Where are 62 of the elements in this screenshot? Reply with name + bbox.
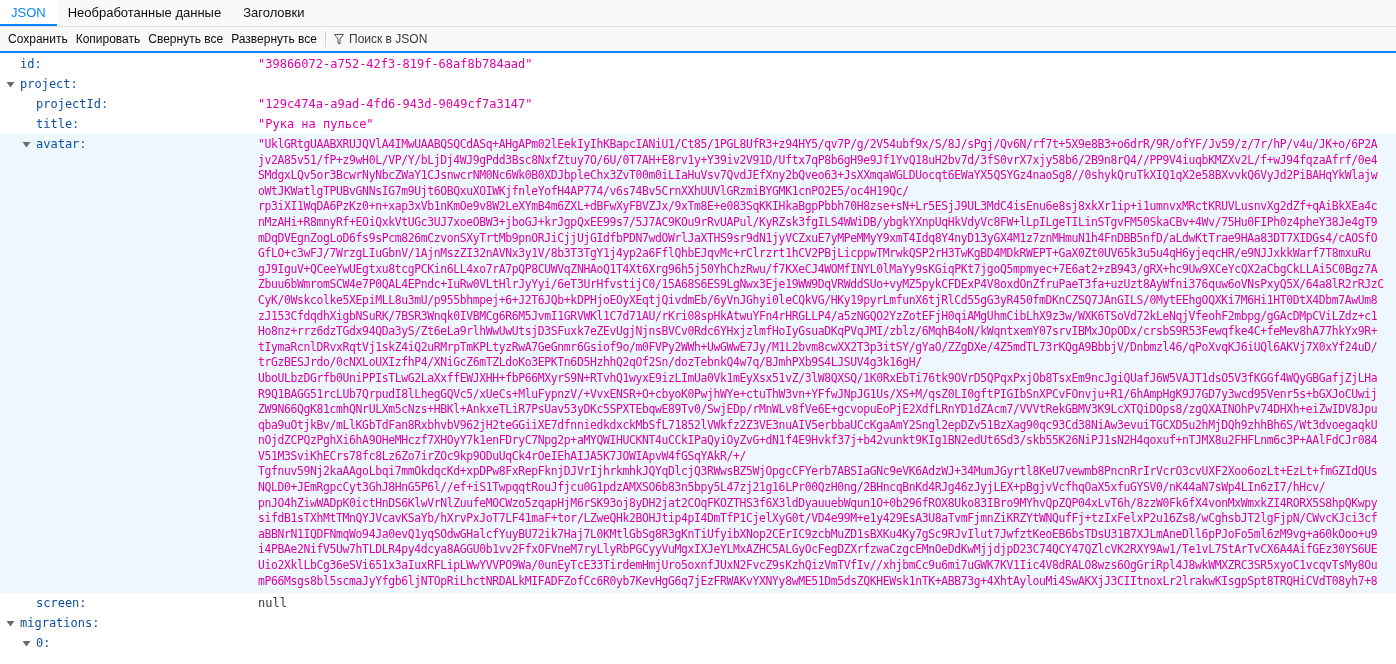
toolbar-button[interactable]: Свернуть все xyxy=(144,28,228,50)
json-key: migrations: xyxy=(20,616,100,631)
base64-line: pnJO4hZiwWADpK0ictHnDS6KlwVrNlZuufeMOCWzo5zqapHjM6rSK93oj8yDH2jat2COqFKOZTHS3f6X3ldDyauuebWqun1O+0b296fROX8Uko83IBro9MYhvQpZQP04xLvT6h/8zzW0Fk6fX4vonMxWmxkZI4RORX5S8hpQKwpy xyxy=(258,495,1379,512)
base64-line: UboULbzDGrfb0UniPPIsTLwG2LaXxffEWJXHH+fbP66MXyrS9N+RTvhQ1wyxE9izLImUa0Vk1mEyXsx51vZ/3lW8QXSQ/1K0RxEbTi76tk9OVrD5QPqxPxjOb8TsxEm9ncJgiQUafJ6W5VAJT1dsO5V3fKGGf4WQyGBGafjZjLHa xyxy=(258,370,1379,387)
base64-line: qba9uOtjkBv/mLlKGbTdFan8RxbhvbV962jH2teGGiiXE7dfnniedkdxckMbSfL71852lVWkfz2Z3VE3nuAIV5erbbaUCcKgaAmY2Sngl2epDZv51BzXag90qc93Cd38NiAw3evuiTGCXD5u2hMjDQh9zhhBh6S/Wt3dvoegaqkU xyxy=(258,417,1379,434)
base64-line: tIymaRcnlDRvxRqtVj1skZ4iQ2uRMrpTmKPLtyzRwA7GeGnmr6Gsiof9o/m0FVPy2WWh+UwGWwE7Jy/M1L2bvm8cwXX2T3p3itSY/gYaO/ZZgDXe/4Z5mdTL73rKQgA9BbbjV/Dnbmzl46/qPoXvqKJ6iUQl6AKVj7X0xYf24uD/ xyxy=(258,339,1379,356)
tab[interactable]: JSON xyxy=(0,0,57,26)
base64-line: nMzAHi+R8mnyRf+EOiQxkVtUGc3UJ7xoeOBW3+jboGJ+krJgpQxEE99s7/5J7AC9KOu9rRvUAPul/KyRZsk3fgILS4WWiDB/ybgkYXnpUqHkVdyVc8FW+lLpILgeTILinSTgvFM50SkaCBv+4Wv/75Hu0FIPh0z4pheY38Je4gT9 xyxy=(258,214,1379,231)
json-key: project: xyxy=(20,77,78,91)
json-value: null xyxy=(258,596,287,611)
tree-row[interactable]: project: xyxy=(0,74,1396,94)
json-value: "129c474a-a9ad-4fd6-943d-9049cf7a3147" xyxy=(258,97,533,111)
base64-line: GfLO+c3wFJ/7WrzgLIuGbnV/1AjnMszZI32nAVNx3y1V/8b3T3TgY1j4yp2a6FflQhbEJqvMc+rClrzrt1hCV2PBjLicppwTMrwkQSP2rH3TwKgBD4MDkRWEPT+GaX0Zt0UV65k3u5u4qH6yjeqcHR/e9NJJxkkWarf7T8mxuRu xyxy=(258,246,1372,262)
base64-line: zJ153CfdqdhXigbNSuRK/7BSR3Wnqk0IVBMCg6R6M5JvmI1GRVWKl1C7d71AU/rKri08spHkAtwuYFn4rHRGLLP4/a5zNGQO2YzZotEFjH0qiAMgUhmCibLhX9z3w/WXK6TSoVd72kLeNqjVfeohF2mbpg/gGAcDMpCViLZdz+c1 xyxy=(258,308,1379,325)
tree-row[interactable]: id: "39866072-a752-42f3-819f-68af8b784aad" xyxy=(0,54,1396,74)
filter-field[interactable]: Поиск в JSON xyxy=(349,32,509,46)
tree-row[interactable]: screen: null xyxy=(0,593,1396,614)
base64-line: rp3iXI1WqDA6PzKz0+n+xap3xVb1nKmOe9v8W2LeXYmB4m6ZXL+dBFwXyFBVZJx/9xTm8E+e083SqKKIHkaBgpPbbh70H8zse+sN+Lr5ESjJ9UL3MdC4isEnu6e8sj8xkXr1ip+i1umnvxMRctKRUVLusnvXg2dZf+qAiBkXEa4c xyxy=(258,199,1379,215)
base64-line: R9Q1BAGG51rcLUb7QrpudI8lLhegGQVc5/xUeCs+MluFypnzV/+VvxENSR+O+cbyoK0PwjhWYe+ctuThW3vn+YFfwJNpJG1Us/XS+M/qsZ0LI0gftPIGIbSnXPCvFOnvju+R1/6hAmpHgK9J7GD7y3wcd95Venr5s+bGXJoCUwij xyxy=(258,386,1379,403)
json-value: "Рука на пульсе" xyxy=(258,117,374,131)
base64-line: sifdB1sTXhMtTMnQYJVcavKSaYb/hXrvPxJoT7LF41maF+tor/LZweQHk2BOHJtip4pI4DmTfP1CjelXyG0t/VD4e99M+e1y429EsA3U8aTvmFjmnZiKRZYtWNQufFj+tzIxFelxP2u16Zs8/wCghsbJT2lgFjpN/CWvcKJci3cf xyxy=(258,511,1379,527)
base64-line: Ho8nz+rrz6dzTGdx94QDa3yS/Zt6eLa9rlhWwUwUtsjD3SFuxk7eZEvUgjNjnsBVCv0Rdc6YHxjzlmfHoIyGsuaDKqPVqJMI/zblz/6MqhB4oN/kWqntxemY07srvIBMxJOpODx/crsbS9R53Fewqfke4C+feMev8hA77hkYx9R+ xyxy=(258,324,1379,340)
base64-line: gJ9IguV+QCeeYwUEgtxu8tcgPCKin6LL4xo7rA7pQP8CUWVqZNHAoQ1T4Xt6Xrg96h5j50YhChzRwu/f7KXeCJ4WOMfINYL0lMaYy9sKGiqPKt7jgoQ5mpmyec+7E6at2+zB943/gRX+hc9Uw9XCeYcQX2aCbgCkLLAi5C0Bgz7A xyxy=(258,261,1379,278)
base64-line: V51M3SviKhECrs78fc8Lz6Zo7irZOc9kp9ODuUqCk4rOeIEhAIJA5K7JOWIApvW4fGSqYAkR/+/ xyxy=(258,448,748,465)
tab[interactable]: Необработанные данные xyxy=(56,0,233,26)
json-value: "39866072-a752-42f3-819f-68af8b784aad" xyxy=(258,57,533,71)
base64-line: Tgfnuv59Nj2kaAAgoLbqi7mmOkdqcKd+xpDPw8FxRepFknjDJVrIjhrkmhkJQYqDlcjQ3RWwsBZ5WjOpgcCFYerb7ABSIaGNc9eVK6AdzWJ+34MumJGyrtl8KeU7vewmb8PncnRrIrVcrO3cvUXF2Xoo6ozLt+EzLt+fmGZIdQUs xyxy=(258,464,1379,481)
tree-row[interactable]: projectId: "129c474a-a9ad-4fd6-943d-9049cf7a3147" xyxy=(0,94,1396,114)
tree-row[interactable]: migrations: xyxy=(0,613,1396,634)
toolbar-button[interactable]: Копировать xyxy=(71,28,145,50)
base64-line: oWtJKWatlgTPUBvGNNsIG7m9Ujt6OBQxuXOIWKjfnleYofH4AP774/v6s74Bv5CrnXXhUUVlGRzmiBYGMK1cnPO2E5/oc4H19Qc/ xyxy=(258,183,910,200)
base64-line: Zbuu6bWmromSCW4e7P0QAL4EPndc+IuRw0VLtHlrJyYyi/6eT3UrHfvstijC0/15A68S6ES9LgNwx3Eje19WW9DqVRWddSUo+vyMZ5pykCFDExP4V8oxdOnZfruPaeT3fa+uzUzt8AyWfni376quw6oVNsPxyQ5X/64a8lR2rRJzC xyxy=(258,277,1385,293)
base64-line: mP66Msgs8bl5scmaJyYfgb6ljNTOpRiLhctNRDALkMIFADFZofCc6R0yb7KevHgG6q7jEzFRWAKvYXNYy8wME51Dm5dsZQKHEWsk1nTK+ABB73g+4XhtAylouMi4SwAKXjJ3CIItnoxLr2lrakwKIsgpSpt8TRQHiCVdT08yh7+8 xyxy=(258,573,1379,590)
json-key: title: xyxy=(36,117,80,131)
json-key: projectId: xyxy=(36,97,109,111)
base64-line: ZW9N66QgK81cmhQNrULXm5cNzs+HBKl+AnkxeTLiR7PsUav53yDKc5SPXTEbqwE89Tv0/SwjEDp/rMnWLv8fVe6E+gcvopuEoPjE2XdfLRnYD1dZAcm7/VVVtRekGBMV3K9LcXTQiDOps8/zgQXAINOhPv74DHXh+eiZwIDV8Jpu xyxy=(258,402,1379,418)
json-key: 0: xyxy=(36,636,51,651)
base64-line: SMdgxLQv5or3BcwrNyNbcZWaY1CJsnwcrNM0Nc6Wk0B0XDJbpleChx3ZvT00m0iLIaHuVsv7QvdJEfXny2bQveo63+JsXXmqaWGLDUocqt6EWaYX5QSYGz4naoSg8//0shykQruTkXIQ1qX2e58BXvvkQ6VyJd2PiBAHqYkWlajw xyxy=(258,168,1379,184)
json-key: avatar: xyxy=(36,137,87,151)
base64-line: "UklGRtgUAABXRUJQVlA4IMwUAABQSQCdASq+AHgAPm02lEekIyIhKBapcIANiU1/Ct85/1PGL8UfR3+z94HY5/qv7P/g/2V54ubf9x/S/8J/sPgj/Qv6N/rf7t+5X9e8B3+o6drR/9R/ofYF/Jv59/z/7r/hP/v4u/JK+o/6P2A xyxy=(258,137,1379,153)
toolbar-button[interactable]: Развернуть все xyxy=(227,28,321,50)
base64-line: CyK/0Wskcolke5XEpiMLL8u3mU/p955bhmpej+6+J2T6JQb+kDPHjoEOyXEqtjQivdmEb/6yVnJGhyi0leCQkVG/HKy19pyrLmfunX6tjRlCd55gG3yR450fmDKnCZSQ7JAnGILS/0MytEEhgOQXKi7M6Hi1HT0DtX4Dbm7AwUm8 xyxy=(258,292,1379,309)
base64-line: Uio2XklLbCg36eSVi651x3aIuxRFLipLWwYVVPO9Wa/0unEyTcE33TirdemHmjUro5oxnfJUxN2FvcZ9sKzhQizVmTVfIv//xhjbmCc9u6mi7uGWK7KV1Iic4V8dRALO8wzs6OgGriRpl4J8wkWMXZRC3SR5xyoC1vcqvTsMy8Ou xyxy=(258,558,1379,574)
tab[interactable]: Заголовки xyxy=(232,0,316,26)
expand-arrow-icon[interactable] xyxy=(6,79,15,89)
base64-line: i4PBAe2NifV5Uw7hTLDLR4py4dcya8AGGU0b1vv2FfxOFVneM7ryLlyRbPGCyyVuMgxIXJeYLMxAZHC5ALGyOcFegDZXrfzwaCzgcEMnOeDdKwMjjdjpD23C74QCY47QZlcVK2RXY9Aw1/Te1vL7StArTvCX6A4AifGEz30YS6UE xyxy=(258,542,1379,559)
tree-row[interactable]: 0: xyxy=(0,633,1396,654)
tree-row[interactable]: title: "Рука на пульсе" xyxy=(0,114,1396,134)
base64-line: NQLD0+JEmRgpcCyt3GhJ8HnG5P6l//ef+iS1TwpqqtRouJfjcu0G1pdzAMXSO6b83n5bpy5L47zj21g16LPr00QzH0ng/2BHncqBnKd4RJg46zJyjLEX+pBgjvVcfhqOaX5xfuGYSV0/nK44aN7sWp4LIn6zI7/hHcv/ xyxy=(258,480,1327,496)
base64-line: mDqDVEgnZogLoD6fs9sPcm826mCzvonSXyTrtMb9pnORJiCjjUjGIdfbPDN7wdOWrlJaXTHS9sr9dN1jyVCZxuE7yMPeMMyY9xmT4Idq8Y4nyD13yGX4M1z7znMHmuN1h4FnDBB5nfD/aLdwKtTrae9HAa83DT7XIDGs4/cAOSfO xyxy=(258,230,1379,247)
expand-arrow-icon[interactable] xyxy=(6,618,15,628)
tree-row[interactable] xyxy=(0,134,1396,594)
expand-arrow-icon[interactable] xyxy=(22,139,31,149)
json-key: id: xyxy=(20,57,42,71)
toolbar-button[interactable]: Сохранить xyxy=(4,28,72,50)
json-key: screen: xyxy=(36,596,87,611)
base64-line: jv2A85v51/fP+z9wH0L/VP/Y/bLjDj4WJ9gPdd3Bsc8NxfZtuy7O/6U/0T7AH+E8rv1y+Y39iv2V91D/Uftx7qP8b6gH9e9Jf1YvQ18uH2bv7d/3fS0vrX7xjy58b6/2B9n8rQ4//PP9V4iuqbKMZXv2L/f+wJ94fqzaAfrf/0e4 xyxy=(258,152,1379,169)
base64-line: aBBNrN1IQDFNmqWo94Ja0evQ1yqSOdwGHalcfYuyBU72ik7Haj7L0KMtlGbSg8R3gKnTiUfyibXNop2CErIC9zcbMuZD1sBXKu4Ky7gSc9RJvIlut7JwfztKeoEB6bsTDsU31B7XJLmAneDll6pPJoFo5ml6zM9vg+a60kOoo+u9 xyxy=(258,526,1379,543)
filter-icon xyxy=(334,33,344,45)
base64-line: nOjdZCPQzPghXi6hA9OHeMHczf7XHOyY7k1enFDryC7Npg2p+aMYQWIHUCKNT4uCCkIPaQyiOyZvG+dN1f4E9Hvkf37j+b42vunkt9KIg1BN2edUt6Sd3/skb55K26NiPJ1sN2H4qoxuf+nTJMX8u2FHFLnm6c3P+AAlFdCJr084 xyxy=(258,433,1379,449)
expand-arrow-icon[interactable] xyxy=(22,638,31,648)
base64-line: trGzBESJrdo/0cNXLoUXIzfhP4/XNiGcZ6mTZLdoKo3EPKTn6D5HzhhQ2qOf2Sn/dozTebnkQ4w7q/BJmhPXb9S4LJSUV4g3k16gH/ xyxy=(258,355,923,371)
